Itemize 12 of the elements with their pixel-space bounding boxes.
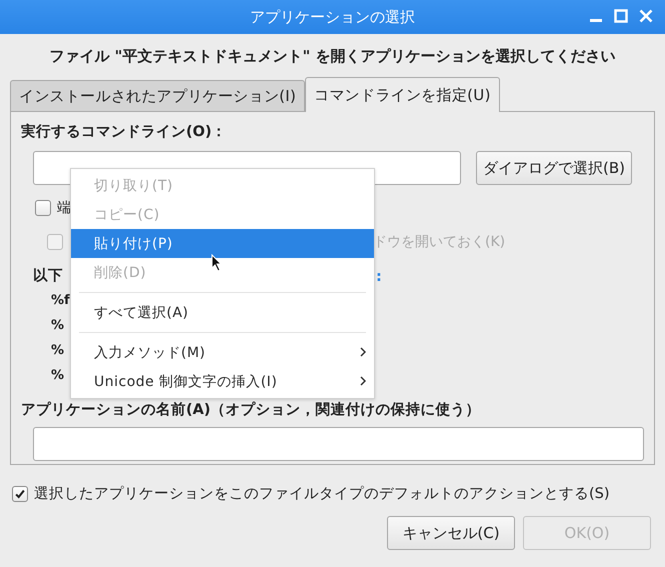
code-text: % xyxy=(51,318,64,333)
window-title: アプリケーションの選択 xyxy=(250,8,415,26)
code-text: % xyxy=(51,368,64,383)
code-text: % xyxy=(51,343,64,358)
option-label: 端 xyxy=(57,199,71,217)
checkbox-label: 選択したアプリケーションをこのファイルタイプのデフォルトのアクションとする(S) xyxy=(34,484,610,503)
field-label: 実行するコマンドライン(O)： xyxy=(21,122,228,141)
field-label: アプリケーションの名前(A)（オプション，関連付けの保持に使う） xyxy=(21,402,480,418)
dialog-heading: ファイル "平文テキストドキュメント" を開くアプリケーションを選択してください xyxy=(48,46,617,67)
codes-label: 以下 xyxy=(33,268,63,284)
code-text: %f xyxy=(51,293,70,308)
option-label: ドウを開いておく(K) xyxy=(373,233,506,251)
